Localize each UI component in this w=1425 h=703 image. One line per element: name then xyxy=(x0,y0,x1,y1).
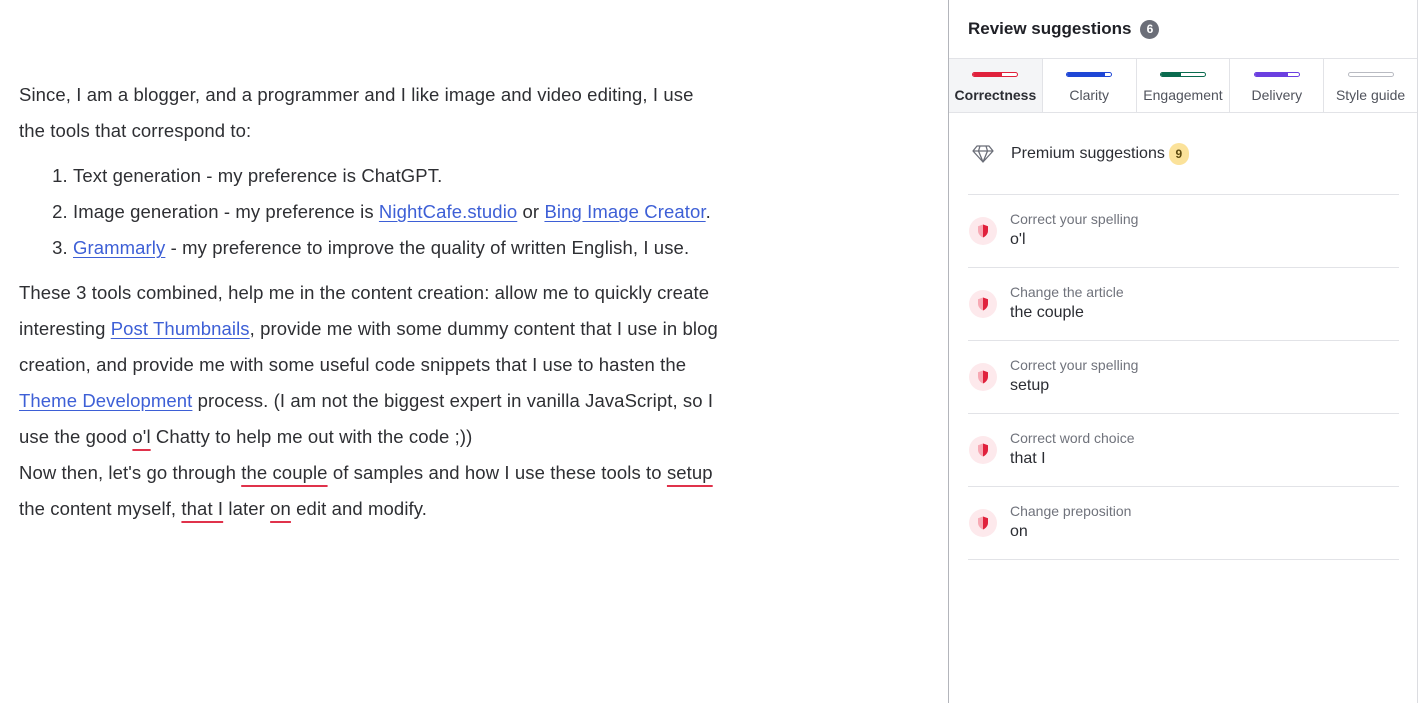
suggestion-card[interactable]: Change preposition on xyxy=(968,487,1399,560)
sidebar-title: Review suggestions xyxy=(968,19,1132,38)
premium-count-badge: 9 xyxy=(1168,142,1189,165)
flagged-word-choice[interactable]: that I xyxy=(181,498,223,519)
theme-development-link[interactable]: Theme Development xyxy=(19,390,192,411)
suggestion-card[interactable]: Correct word choice that I xyxy=(968,414,1399,487)
flagged-word-article[interactable]: the couple xyxy=(241,462,327,483)
paragraph-text: the content myself, xyxy=(19,498,182,519)
tab-engagement[interactable]: Engagement xyxy=(1137,59,1231,112)
shield-icon xyxy=(969,290,997,318)
suggestion-word: the couple xyxy=(1010,304,1084,321)
tab-style-guide[interactable]: Style guide xyxy=(1324,59,1417,112)
paragraph-text: Now then, let's go through xyxy=(19,462,242,483)
nightcafe-link[interactable]: NightCafe.studio xyxy=(379,201,517,222)
flagged-word-preposition[interactable]: on xyxy=(270,498,291,519)
premium-suggestions-row[interactable]: Premium suggestions 9 xyxy=(968,113,1399,195)
score-bar xyxy=(1347,72,1394,77)
post-thumbnails-link[interactable]: Post Thumbnails xyxy=(111,318,250,339)
tab-label: Style guide xyxy=(1335,87,1406,103)
suggestion-type: Change the article xyxy=(1010,284,1124,300)
bing-image-creator-link[interactable]: Bing Image Creator xyxy=(544,201,705,222)
tab-label: Clarity xyxy=(1069,87,1110,103)
tab-correctness[interactable]: Correctness xyxy=(949,59,1043,112)
score-bar xyxy=(972,72,1019,77)
suggestion-type: Correct word choice xyxy=(1010,430,1135,446)
flagged-word-spelling[interactable]: o'l xyxy=(132,426,150,447)
list-item: Image generation - my preference is Nigh… xyxy=(73,194,719,230)
review-sidebar: Review suggestions 6 Correctness Clarity… xyxy=(948,0,1418,703)
tab-clarity[interactable]: Clarity xyxy=(1043,59,1137,112)
tab-label: Correctness xyxy=(954,87,1037,103)
paragraph-text: later xyxy=(223,498,271,519)
suggestion-card[interactable]: Correct your spelling o'l xyxy=(968,195,1399,268)
score-bar-fill xyxy=(973,73,1002,76)
paragraph-text: of samples and how I use these tools to xyxy=(327,462,667,483)
suggestion-word: on xyxy=(1010,523,1028,540)
suggestion-word: that I xyxy=(1010,450,1046,467)
list-item-text: Text generation - my preference is ChatG… xyxy=(73,165,443,186)
suggestion-type: Change preposition xyxy=(1010,503,1132,519)
suggestion-type: Correct your spelling xyxy=(1010,211,1139,227)
premium-suggestions-label: Premium suggestions xyxy=(1011,144,1165,162)
score-bar xyxy=(1159,72,1206,77)
document-editor[interactable]: Since, I am a blogger, and a programmer … xyxy=(0,0,948,703)
suggestions-list: Premium suggestions 9 Correct your spell… xyxy=(949,113,1417,560)
list-item: Text generation - my preference is ChatG… xyxy=(73,158,719,194)
suggestions-count-badge: 6 xyxy=(1140,19,1160,39)
list-item-text: Image generation - my preference is xyxy=(73,201,379,222)
diamond-icon xyxy=(972,144,994,163)
score-bar-fill xyxy=(1254,73,1288,76)
suggestion-card[interactable]: Correct your spelling setup xyxy=(968,341,1399,414)
paragraph-text: Chatty to help me out with the code ;)) xyxy=(150,426,473,447)
shield-icon xyxy=(969,509,997,537)
document-body[interactable]: Since, I am a blogger, and a programmer … xyxy=(19,77,719,527)
score-bar-fill xyxy=(1067,73,1105,76)
score-bar xyxy=(1253,72,1300,77)
shield-icon xyxy=(969,436,997,464)
sidebar-header: Review suggestions 6 xyxy=(949,0,1417,59)
list-item-text: . xyxy=(705,201,711,222)
shield-icon xyxy=(969,363,997,391)
tools-paragraph: These 3 tools combined, help me in the c… xyxy=(19,275,719,455)
list-item-text: or xyxy=(517,201,545,222)
shield-icon xyxy=(969,217,997,245)
flagged-word-spelling[interactable]: setup xyxy=(667,462,713,483)
samples-paragraph: Now then, let's go through the couple of… xyxy=(19,455,719,527)
score-bar xyxy=(1066,72,1113,77)
score-bar-fill xyxy=(1160,73,1181,76)
tab-label: Engagement xyxy=(1143,87,1223,103)
intro-paragraph: Since, I am a blogger, and a programmer … xyxy=(19,84,694,141)
suggestion-word: setup xyxy=(1010,377,1050,394)
tools-list: Text generation - my preference is ChatG… xyxy=(19,158,719,266)
list-item: Grammarly - my preference to improve the… xyxy=(73,230,719,266)
list-item-text: - my preference to improve the quality o… xyxy=(165,237,690,258)
suggestion-card[interactable]: Change the article the couple xyxy=(968,268,1399,341)
tab-label: Delivery xyxy=(1251,87,1303,103)
paragraph-text: edit and modify. xyxy=(290,498,427,519)
grammarly-link[interactable]: Grammarly xyxy=(73,237,165,258)
suggestion-type: Correct your spelling xyxy=(1010,357,1139,373)
tab-delivery[interactable]: Delivery xyxy=(1230,59,1325,112)
suggestion-word: o'l xyxy=(1010,231,1026,248)
category-tabs: Correctness Clarity Engagement Delivery … xyxy=(949,59,1417,113)
